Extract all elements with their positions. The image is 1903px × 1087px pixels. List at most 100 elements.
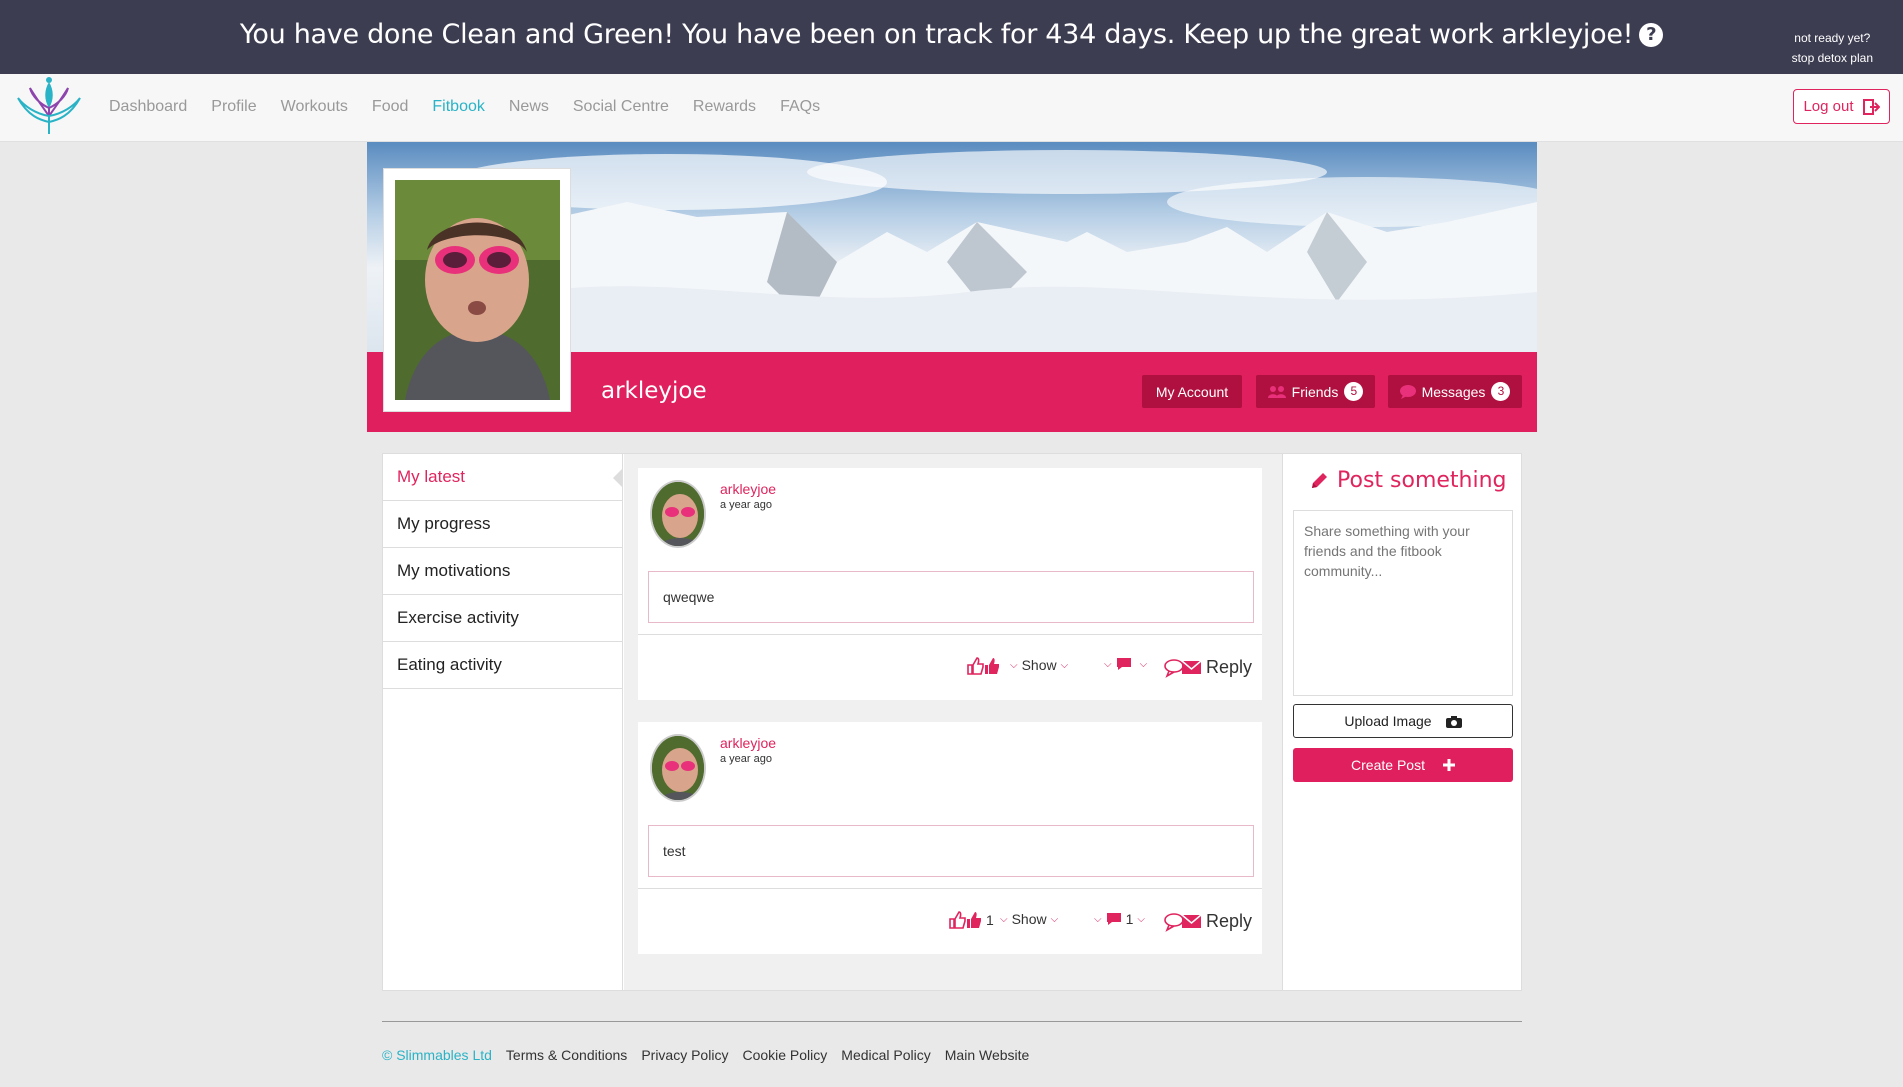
fitbook-side-menu: My latest My progress My motivations Exe… — [383, 454, 623, 990]
banner-message: You have done Clean and Green! You have … — [0, 19, 1903, 50]
chevron-down-icon: ⌵ — [1010, 659, 1018, 671]
pencil-icon — [1312, 472, 1327, 488]
comment-count: 1 — [1125, 911, 1134, 927]
chevron-down-icon: ⌵ — [1000, 913, 1008, 925]
feed-post: arkleyjoe a year ago test 1 ⌵ Show ⌵ ⌵ 1… — [638, 722, 1262, 954]
reply-label: Reply — [1206, 657, 1253, 677]
post-avatar[interactable] — [650, 734, 706, 802]
comments-toggle[interactable]: ⌵ ⌵ — [1104, 657, 1147, 671]
comment-icon — [1106, 913, 1121, 925]
friends-label: Friends — [1291, 383, 1339, 400]
comment-icon — [1116, 658, 1131, 670]
footer-main-website-link[interactable]: Main Website — [945, 1047, 1030, 1063]
post-timestamp: a year ago — [720, 753, 772, 765]
stop-detox-link[interactable]: not ready yet? stop detox plan — [1792, 28, 1873, 68]
friends-icon — [1267, 385, 1286, 398]
like-button[interactable] — [966, 657, 1004, 675]
messages-label: Messages — [1421, 383, 1486, 400]
create-post-label: Create Post — [1351, 757, 1425, 773]
post-text-input[interactable] — [1293, 510, 1513, 696]
profile-avatar-frame — [383, 168, 571, 412]
help-icon[interactable]: ? — [1639, 23, 1664, 47]
nav-news[interactable]: News — [509, 98, 549, 116]
upload-image-label: Upload Image — [1344, 713, 1432, 729]
post-timestamp: a year ago — [720, 499, 772, 511]
chevron-down-icon: ⌵ — [1139, 658, 1148, 670]
nav-faqs[interactable]: FAQs — [780, 98, 820, 116]
post-actions: ⌵ Show ⌵ ⌵ ⌵ Reply — [638, 634, 1262, 700]
post-body: qweqwe — [648, 571, 1254, 623]
nav-rewards[interactable]: Rewards — [693, 98, 756, 116]
footer-divider — [382, 1021, 1522, 1022]
show-likes-toggle[interactable]: ⌵ Show ⌵ — [1010, 657, 1068, 673]
thumbs-up-icon — [949, 911, 981, 929]
feed-post: arkleyjoe a year ago qweqwe ⌵ Show ⌵ ⌵ ⌵… — [638, 468, 1262, 700]
reply-envelope-icon — [1164, 912, 1202, 932]
chevron-down-icon: ⌵ — [1050, 913, 1059, 925]
show-likes-toggle[interactable]: ⌵ Show ⌵ — [1000, 911, 1058, 927]
nav-social-centre[interactable]: Social Centre — [573, 98, 669, 116]
post-avatar[interactable] — [650, 480, 706, 548]
reply-button[interactable]: Reply — [1164, 657, 1252, 678]
messages-button[interactable]: Messages 3 — [1388, 375, 1522, 408]
progress-banner: You have done Clean and Green! You have … — [0, 0, 1903, 74]
profile-username: arkleyjoe — [601, 378, 707, 404]
compose-panel: Post something Upload Image Create Post — [1282, 454, 1521, 990]
post-body: test — [648, 825, 1254, 877]
nav-food[interactable]: Food — [372, 98, 408, 116]
my-account-label: My Account — [1155, 383, 1229, 400]
logout-button[interactable]: Log out — [1793, 89, 1890, 124]
side-item-exercise-activity[interactable]: Exercise activity — [383, 595, 622, 642]
profile-avatar[interactable] — [395, 180, 560, 400]
footer-links: © Slimmables Ltd Terms & Conditions Priv… — [382, 1047, 1029, 1063]
footer-terms-link[interactable]: Terms & Conditions — [506, 1047, 627, 1063]
stop-detox-line2[interactable]: stop detox plan — [1792, 48, 1873, 68]
compose-title: Post something — [1309, 468, 1507, 493]
show-label: Show — [1021, 657, 1057, 673]
side-item-my-motivations[interactable]: My motivations — [383, 548, 622, 595]
logout-icon — [1862, 98, 1880, 115]
footer-medical-link[interactable]: Medical Policy — [841, 1047, 930, 1063]
create-post-button[interactable]: Create Post — [1293, 748, 1513, 782]
reply-button[interactable]: Reply — [1164, 911, 1252, 932]
upload-image-button[interactable]: Upload Image — [1293, 704, 1513, 738]
lotus-logo-icon[interactable] — [14, 76, 84, 138]
chevron-down-icon: ⌵ — [1094, 913, 1102, 925]
fitbook-main-panel: My latest My progress My motivations Exe… — [382, 453, 1522, 991]
reply-label: Reply — [1206, 911, 1253, 931]
post-feed: arkleyjoe a year ago qweqwe ⌵ Show ⌵ ⌵ ⌵… — [624, 454, 1282, 990]
stop-detox-line1[interactable]: not ready yet? — [1792, 28, 1873, 48]
banner-message-text: You have done Clean and Green! You have … — [239, 19, 1634, 50]
like-count: 1 — [986, 912, 994, 928]
friends-button[interactable]: Friends 5 — [1256, 375, 1375, 408]
side-item-my-latest[interactable]: My latest — [383, 454, 623, 501]
comments-toggle[interactable]: ⌵ 1 ⌵ — [1094, 911, 1145, 927]
chevron-down-icon: ⌵ — [1060, 659, 1069, 671]
nav-fitbook[interactable]: Fitbook — [432, 98, 484, 116]
messages-count-badge: 3 — [1491, 382, 1511, 401]
chevron-down-icon: ⌵ — [1137, 913, 1145, 925]
post-author[interactable]: arkleyjoe — [720, 735, 776, 751]
chevron-down-icon: ⌵ — [1104, 658, 1112, 670]
compose-title-text: Post something — [1337, 468, 1507, 493]
logout-label: Log out — [1803, 98, 1854, 115]
camera-icon — [1445, 715, 1462, 728]
like-button[interactable]: 1 — [948, 911, 994, 929]
side-item-eating-activity[interactable]: Eating activity — [383, 642, 622, 689]
reply-envelope-icon — [1164, 658, 1202, 678]
post-author[interactable]: arkleyjoe — [720, 481, 776, 497]
footer-cookie-link[interactable]: Cookie Policy — [742, 1047, 827, 1063]
my-account-button[interactable]: My Account — [1142, 375, 1242, 408]
footer-copyright[interactable]: © Slimmables Ltd — [382, 1047, 492, 1063]
main-navbar: Dashboard Profile Workouts Food Fitbook … — [0, 74, 1903, 142]
footer-privacy-link[interactable]: Privacy Policy — [641, 1047, 728, 1063]
friends-count-badge: 5 — [1344, 382, 1364, 401]
show-label: Show — [1011, 911, 1047, 927]
chat-bubble-icon — [1399, 384, 1416, 399]
nav-profile[interactable]: Profile — [211, 98, 256, 116]
post-actions: 1 ⌵ Show ⌵ ⌵ 1 ⌵ Reply — [638, 888, 1262, 954]
nav-workouts[interactable]: Workouts — [281, 98, 348, 116]
nav-dashboard[interactable]: Dashboard — [109, 98, 187, 116]
plus-icon — [1442, 759, 1455, 771]
side-item-my-progress[interactable]: My progress — [383, 501, 622, 548]
